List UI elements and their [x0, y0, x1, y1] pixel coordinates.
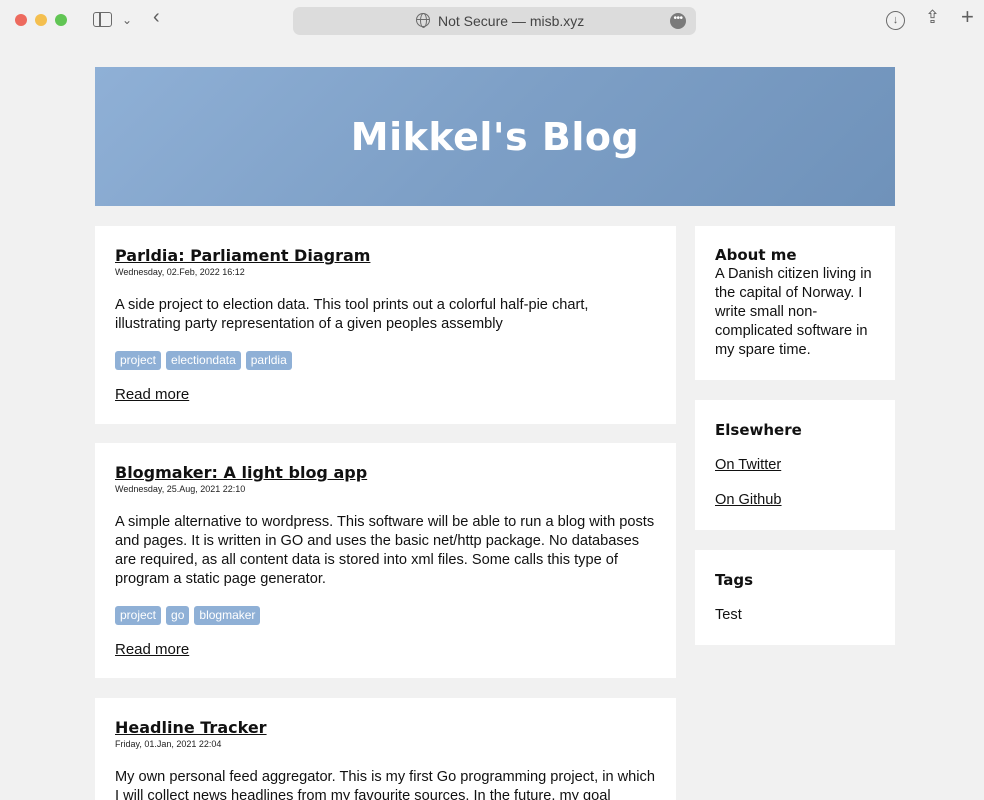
post-excerpt: A side project to election data. This to… [115, 297, 589, 332]
download-icon[interactable]: ↓ [886, 11, 905, 30]
tags-widget: Tags Test [695, 550, 895, 645]
minimize-window-button[interactable] [35, 14, 47, 26]
more-icon[interactable]: ••• [670, 13, 686, 29]
tag-badge[interactable]: blogmaker [194, 606, 261, 625]
post-card: Parldia: Parliament Diagram Wednesday, 0… [95, 226, 676, 424]
post-excerpt: A simple alternative to wordpress. This … [115, 514, 655, 587]
tag-badge[interactable]: go [166, 606, 190, 625]
tag-badge[interactable]: project [115, 606, 162, 625]
github-link[interactable]: On Github [715, 491, 875, 510]
post-tags: project go blogmaker [115, 606, 656, 625]
post-card: Headline Tracker Friday, 01.Jan, 2021 22… [95, 698, 676, 800]
read-more-link[interactable]: Read more [115, 386, 189, 403]
close-window-button[interactable] [15, 14, 27, 26]
browser-toolbar: ⌄ ‹ Not Secure — misb.xyz ••• ↓ ⇪ + [0, 0, 984, 42]
post-date: Wednesday, 25.Aug, 2021 22:10 [115, 484, 246, 494]
post-title-link[interactable]: Parldia: Parliament Diagram [115, 246, 370, 265]
blog-header-banner: Mikkel's Blog [95, 67, 895, 206]
tag-badge[interactable]: electiondata [166, 351, 241, 370]
post-excerpt: My own personal feed aggregator. This is… [115, 769, 655, 800]
chevron-down-icon[interactable]: ⌄ [122, 12, 132, 28]
share-icon[interactable]: ⇪ [925, 8, 940, 26]
plus-icon[interactable]: + [961, 6, 974, 28]
post-date: Wednesday, 02.Feb, 2022 16:12 [115, 267, 245, 277]
address-bar[interactable]: Not Secure — misb.xyz ••• [293, 7, 696, 35]
url-text: Not Secure — misb.xyz [438, 13, 585, 29]
about-title: About me [715, 246, 797, 264]
sidebar-icon[interactable] [93, 12, 112, 27]
tag-badge[interactable]: project [115, 351, 162, 370]
elsewhere-title: Elsewhere [715, 421, 802, 439]
about-text: A Danish citizen living in the capital o… [715, 266, 872, 358]
back-icon[interactable]: ‹ [153, 7, 160, 27]
globe-icon [416, 13, 430, 28]
read-more-link[interactable]: Read more [115, 641, 189, 658]
twitter-link[interactable]: On Twitter [715, 456, 875, 475]
post-tags: project electiondata parldia [115, 351, 656, 370]
tags-title: Tags [715, 571, 754, 589]
tag-link[interactable]: Test [715, 606, 875, 625]
elsewhere-widget: Elsewhere On Twitter On Github [695, 400, 895, 530]
zoom-window-button[interactable] [55, 14, 67, 26]
about-widget: About me A Danish citizen living in the … [695, 226, 895, 380]
post-title-link[interactable]: Headline Tracker [115, 718, 267, 737]
post-date: Friday, 01.Jan, 2021 22:04 [115, 739, 222, 749]
blog-title[interactable]: Mikkel's Blog [351, 115, 639, 159]
post-card: Blogmaker: A light blog app Wednesday, 2… [95, 443, 676, 678]
post-title-link[interactable]: Blogmaker: A light blog app [115, 463, 367, 482]
tag-badge[interactable]: parldia [245, 351, 292, 370]
